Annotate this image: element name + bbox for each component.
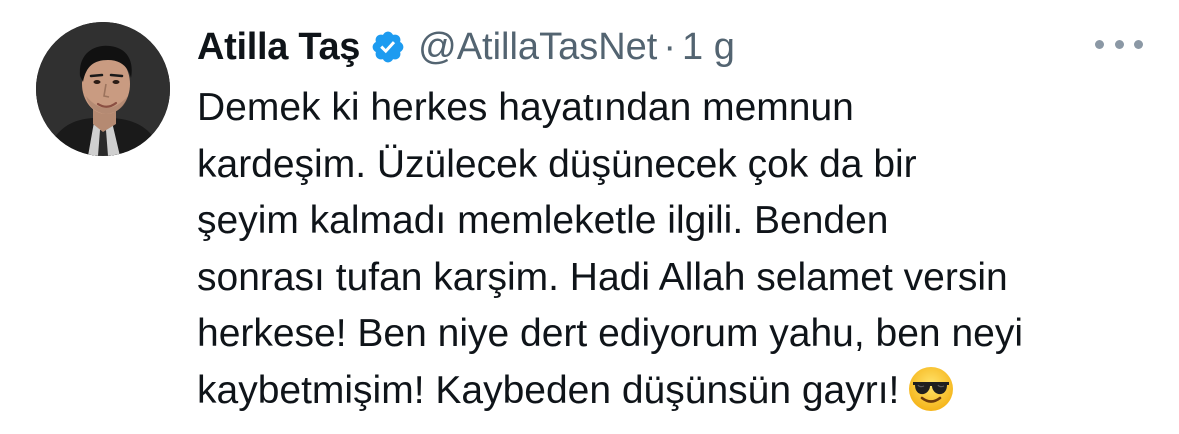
more-options-icon[interactable]	[1095, 28, 1143, 60]
display-name[interactable]: Atilla Taş	[197, 26, 360, 69]
tweet-text: Demek ki herkes hayatından memnun kardeş…	[197, 80, 1157, 419]
tweet-text-line: kaybetmişim! Kaybeden düşünsün gayrı!	[197, 368, 900, 412]
separator-dot: ·	[663, 25, 676, 68]
tweet-text-line: herkese! Ben niye dert ediyorum yahu, be…	[197, 312, 1023, 355]
more-dot	[1134, 39, 1143, 49]
timestamp[interactable]: 1 g	[682, 26, 735, 69]
more-dot	[1114, 39, 1124, 49]
tweet-text-line-last: kaybetmişim! Kaybeden düşünsün gayrı!	[197, 363, 1157, 420]
tweet-text-line: Demek ki herkes hayatından memnun	[197, 86, 854, 129]
tweet-text-line: sonrası tufan karşim. Hadi Allah selamet…	[197, 255, 1008, 299]
tweet-header: Atilla Taş @AtillaTasNet · 1 g	[197, 20, 735, 74]
profile-photo	[36, 22, 170, 156]
user-handle[interactable]: @AtillaTasNet	[418, 26, 657, 69]
sunglasses-emoji-icon	[907, 365, 955, 413]
tweet-text-line: kardeşim. Üzülecek düşünecek çok da bir	[197, 142, 917, 186]
tweet-card[interactable]: Atilla Taş @AtillaTasNet · 1 g Demek ki …	[0, 0, 1179, 434]
more-dot	[1095, 39, 1104, 49]
tweet-text-line: şeyim kalmadı memleketle ilgili. Benden	[197, 199, 889, 242]
verified-badge-icon[interactable]	[370, 29, 406, 65]
avatar[interactable]	[36, 22, 170, 156]
